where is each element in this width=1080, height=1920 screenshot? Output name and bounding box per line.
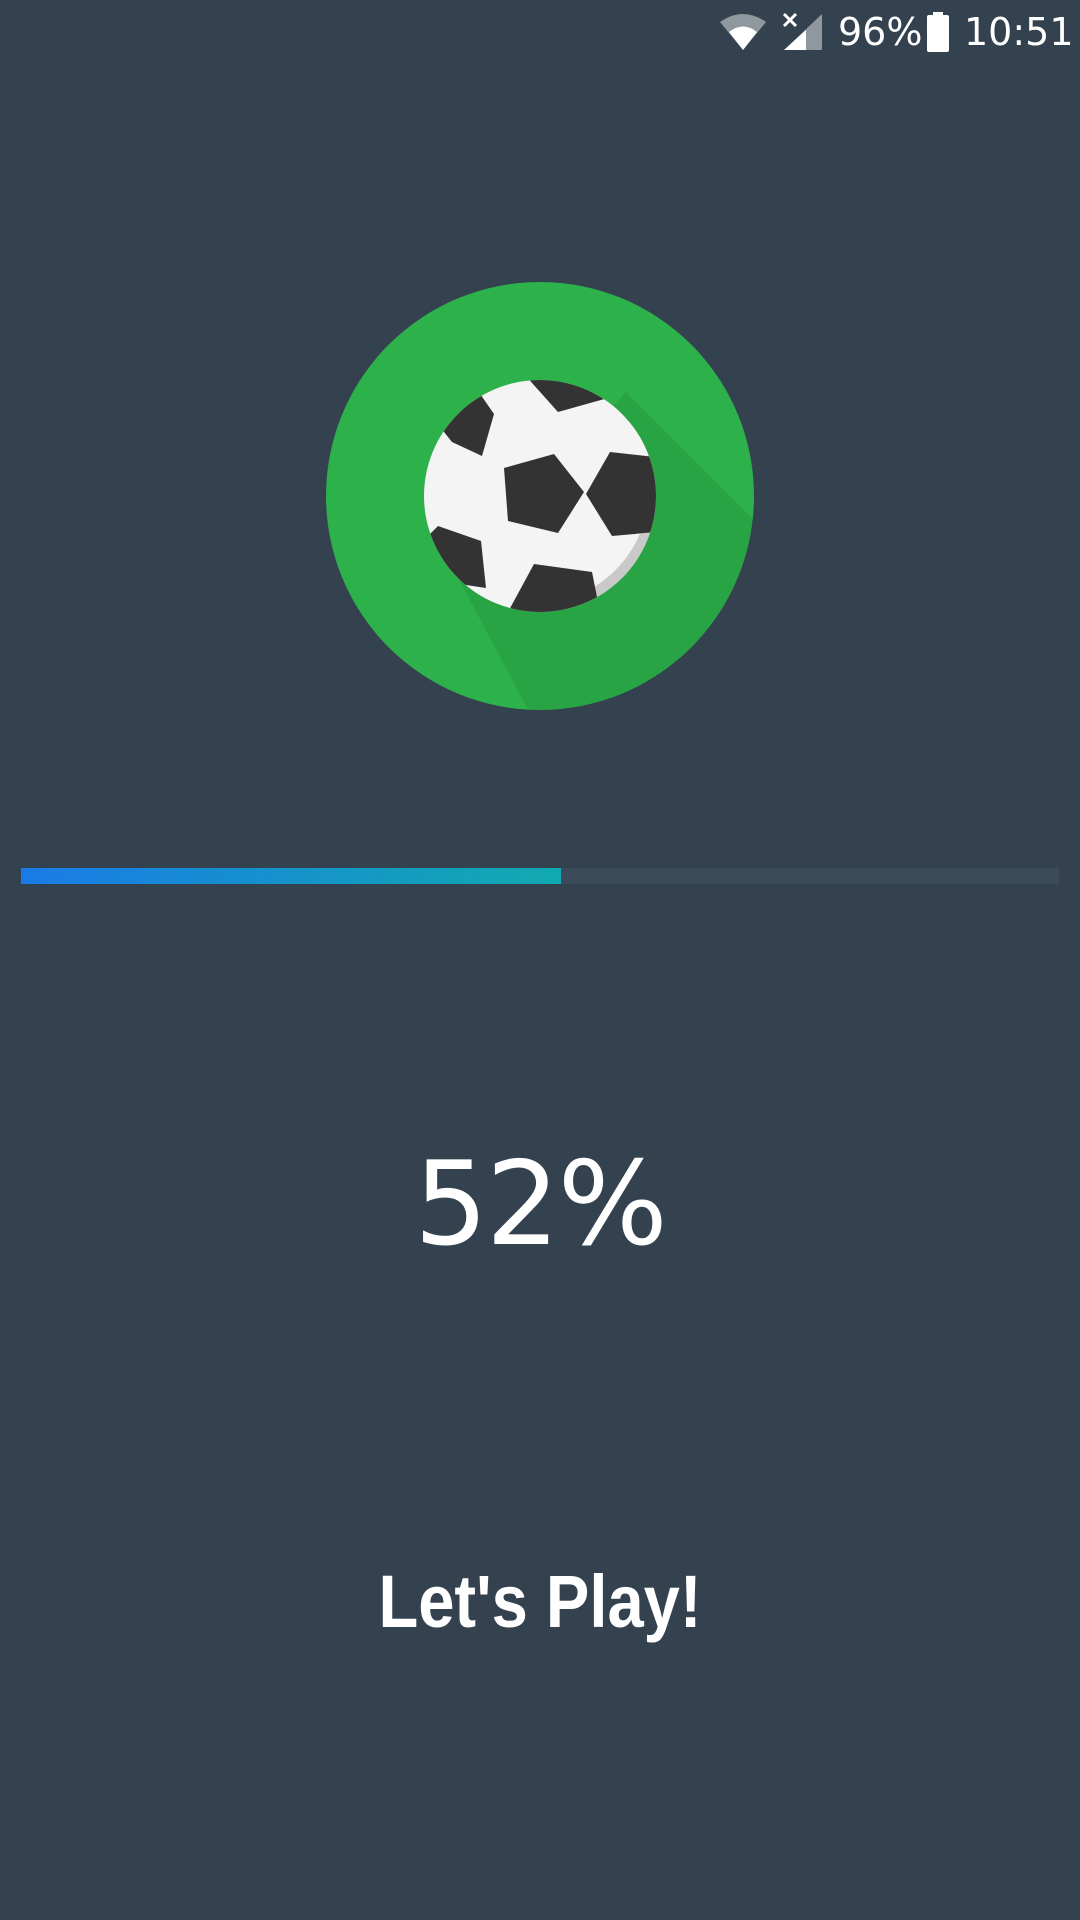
battery-icon xyxy=(927,12,949,52)
status-bar: 96% 10:51 xyxy=(0,0,1080,64)
progress-fill xyxy=(21,868,561,884)
tagline: Let's Play! xyxy=(378,1560,702,1643)
soccer-ball-icon xyxy=(326,282,754,710)
clock: 10:51 xyxy=(964,10,1074,54)
loading-progress-bar xyxy=(21,868,1059,884)
wifi-icon xyxy=(720,14,766,50)
signal-icon xyxy=(782,12,822,50)
progress-percent: 52% xyxy=(414,1137,668,1272)
battery-percentage: 96% xyxy=(838,10,923,54)
